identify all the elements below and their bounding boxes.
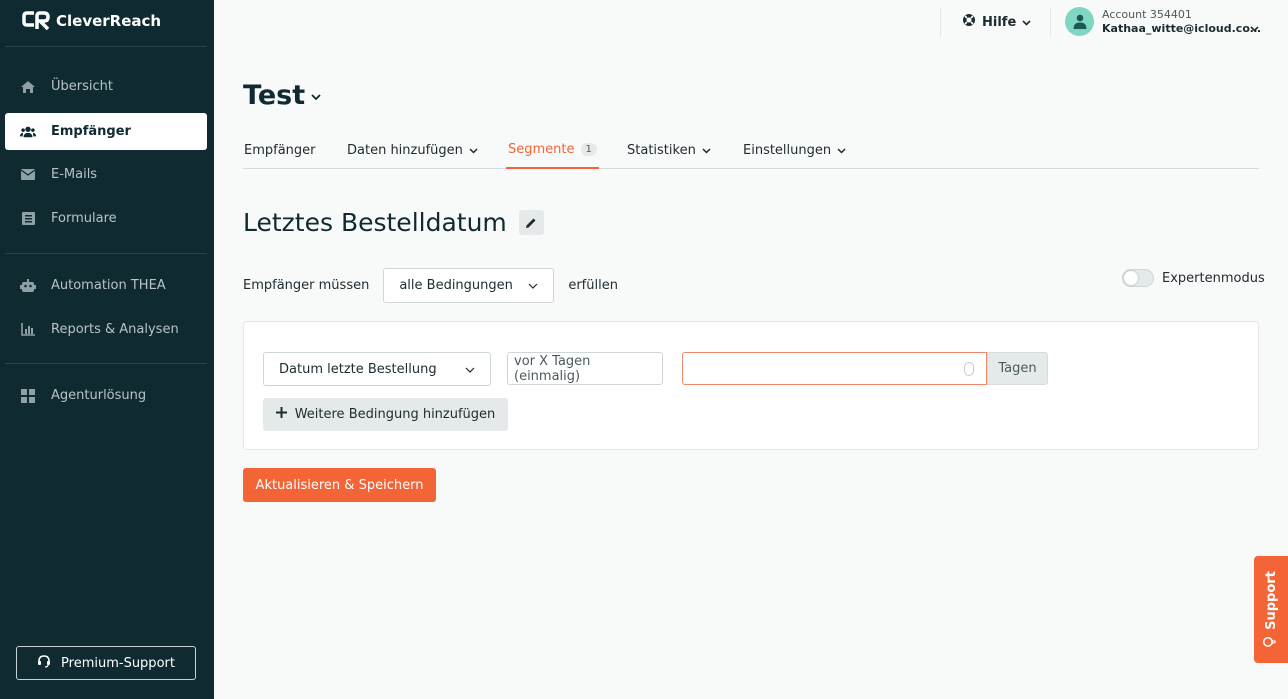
list-title-dropdown[interactable]: Test xyxy=(243,80,321,111)
support-tab[interactable]: Support xyxy=(1254,556,1288,663)
condition-card: Datum letzte Bestellung vor X Tagen (ein… xyxy=(243,321,1259,450)
cleverreach-logo-icon xyxy=(22,11,50,31)
mail-icon xyxy=(20,167,36,183)
brand-logo[interactable]: CleverReach xyxy=(22,10,161,32)
chevron-down-icon xyxy=(469,143,478,158)
user-icon xyxy=(1073,14,1086,29)
home-icon xyxy=(20,79,36,95)
field-select[interactable]: Datum letzte Bestellung xyxy=(263,352,491,386)
sidebar-item-label: Reports & Analysen xyxy=(51,322,179,337)
sidebar-item-automation[interactable]: Automation THEA xyxy=(5,267,207,304)
support-label: Support xyxy=(1263,571,1279,630)
robot-icon xyxy=(20,278,36,294)
number-spinner-icon[interactable] xyxy=(964,362,974,376)
sidebar-item-overview[interactable]: Übersicht xyxy=(5,68,207,105)
condition-prefix: Empfänger müssen xyxy=(243,278,370,293)
operator-select[interactable]: vor X Tagen (einmalig) xyxy=(507,352,663,385)
sidebar-item-agency[interactable]: Agenturlösung xyxy=(5,377,207,414)
tab-statistics[interactable]: Statistiken xyxy=(627,131,711,169)
sidebar-item-reports[interactable]: Reports & Analysen xyxy=(5,311,207,348)
grid-icon xyxy=(20,388,36,404)
expert-mode-label: Expertenmodus xyxy=(1162,270,1265,286)
premium-support-label: Premium-Support xyxy=(61,655,175,671)
tab-add-data[interactable]: Daten hinzufügen xyxy=(347,131,478,169)
pencil-icon xyxy=(526,218,536,228)
condition-mode-row: Empfänger müssen alle Bedingungen erfüll… xyxy=(243,268,618,303)
segment-title: Letztes Bestelldatum xyxy=(243,208,507,237)
topbar-divider xyxy=(940,8,941,37)
sidebar-item-recipients[interactable]: Empfänger xyxy=(5,113,207,150)
save-button[interactable]: Aktualisieren & Speichern xyxy=(243,468,436,502)
edit-title-button[interactable] xyxy=(518,210,544,235)
account-id: Account 354401 xyxy=(1102,7,1192,21)
add-condition-button[interactable]: Weitere Bedingung hinzufügen xyxy=(263,398,508,431)
form-icon xyxy=(20,211,36,227)
lifebuoy-icon xyxy=(962,13,976,31)
condition-suffix: erfüllen xyxy=(568,278,618,293)
chevron-down-icon xyxy=(702,143,711,158)
sidebar: CleverReach Übersicht Empfänger E-Mails … xyxy=(0,0,214,699)
users-icon xyxy=(20,124,36,140)
segment-title-row: Letztes Bestelldatum xyxy=(243,208,544,237)
add-condition-label: Weitere Bedingung hinzufügen xyxy=(294,407,496,422)
chevron-down-icon xyxy=(311,86,321,105)
condition-mode-value: alle Bedingungen xyxy=(399,278,513,293)
tab-recipients[interactable]: Empfänger xyxy=(244,131,316,169)
field-select-value: Datum letzte Bestellung xyxy=(279,361,437,377)
sidebar-item-label: E-Mails xyxy=(51,167,98,182)
sidebar-item-label: Automation THEA xyxy=(51,278,166,293)
chevron-down-icon xyxy=(1250,17,1259,36)
sidebar-item-label: Agenturlösung xyxy=(51,388,147,403)
tab-bar: Empfänger Daten hinzufügen Segmente 1 St… xyxy=(243,131,1259,169)
avatar xyxy=(1065,7,1094,36)
chevron-down-icon xyxy=(465,362,475,377)
sidebar-divider xyxy=(5,46,207,47)
premium-support-button[interactable]: Premium-Support xyxy=(16,646,196,680)
sidebar-item-emails[interactable]: E-Mails xyxy=(5,156,207,193)
page-title: Test xyxy=(243,80,306,111)
unit-label: Tagen xyxy=(987,352,1048,385)
expert-mode: Expertenmodus xyxy=(1122,269,1265,287)
headset-icon xyxy=(37,654,51,672)
sidebar-item-forms[interactable]: Formulare xyxy=(5,200,207,237)
operator-value: vor X Tagen (einmalig) xyxy=(514,353,591,384)
sidebar-item-label: Formulare xyxy=(51,211,117,226)
chart-icon xyxy=(20,322,36,338)
chevron-down-icon xyxy=(528,278,538,293)
account-menu[interactable]: Account 354401 Kathaa_witte@icloud.co… xyxy=(1065,7,1262,36)
segments-count-badge: 1 xyxy=(580,142,597,156)
topbar-divider xyxy=(1050,8,1051,37)
sidebar-item-label: Übersicht xyxy=(51,79,113,94)
sidebar-divider xyxy=(5,253,207,254)
help-menu[interactable]: Hilfe xyxy=(962,12,1031,32)
days-input[interactable] xyxy=(682,352,987,385)
plus-icon xyxy=(275,407,287,422)
brand-name: CleverReach xyxy=(56,12,162,30)
condition-mode-select[interactable]: alle Bedingungen xyxy=(383,268,555,303)
expert-mode-toggle[interactable] xyxy=(1122,269,1154,287)
tab-label: Segmente xyxy=(508,141,575,157)
sidebar-divider xyxy=(5,363,207,364)
tab-label: Empfänger xyxy=(244,142,316,158)
lightbulb-icon xyxy=(1262,636,1280,648)
account-email: Kathaa_witte@icloud.co… xyxy=(1102,21,1261,35)
tab-settings[interactable]: Einstellungen xyxy=(743,131,846,169)
tab-label: Einstellungen xyxy=(743,142,832,158)
tab-label: Statistiken xyxy=(627,142,696,158)
chevron-down-icon xyxy=(837,143,846,158)
chevron-down-icon xyxy=(1022,15,1031,30)
tab-label: Daten hinzufügen xyxy=(347,142,463,158)
help-label: Hilfe xyxy=(982,14,1017,30)
tab-segments[interactable]: Segmente 1 xyxy=(506,131,599,169)
sidebar-item-label: Empfänger xyxy=(51,124,131,139)
